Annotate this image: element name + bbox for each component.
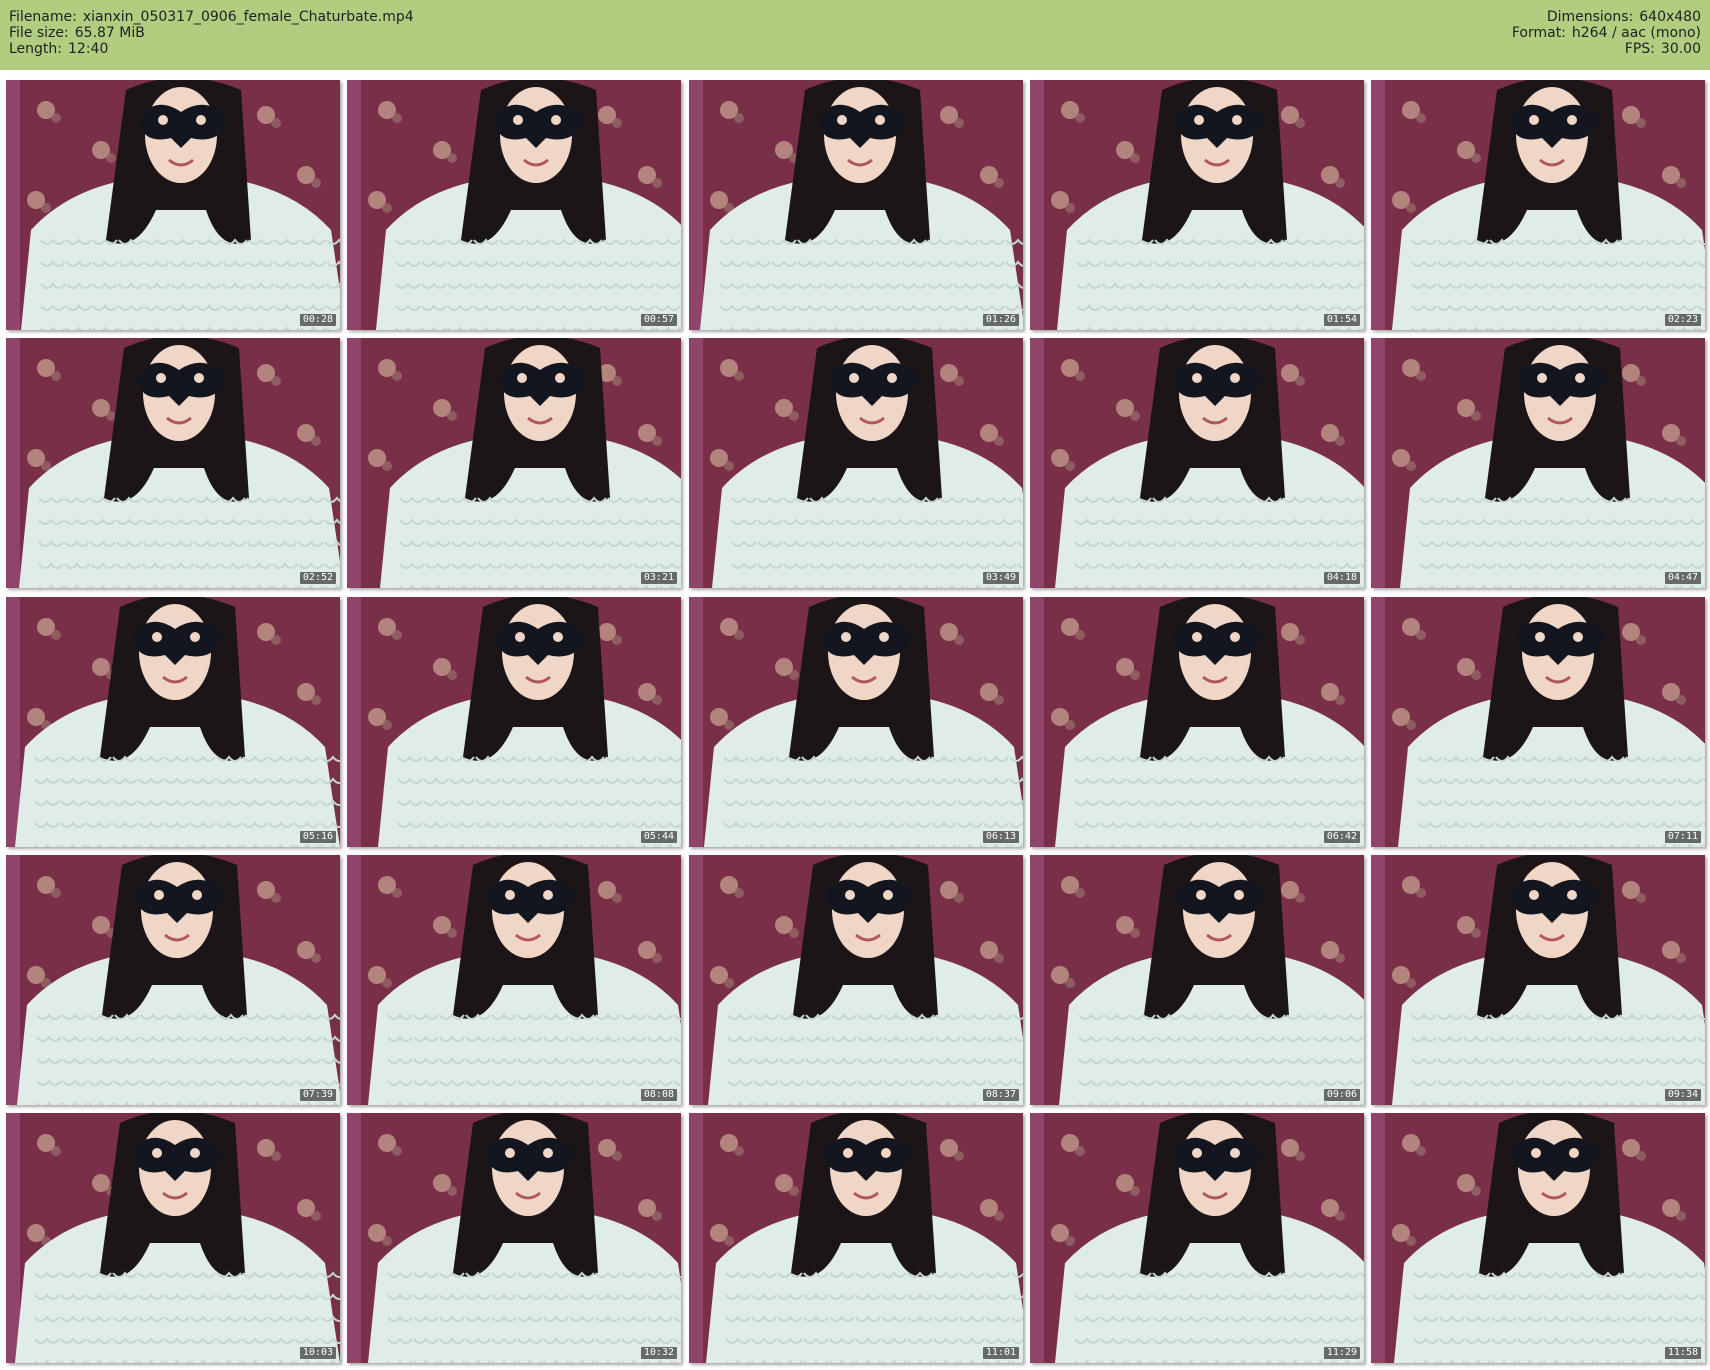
video-frame-image bbox=[1371, 597, 1705, 847]
thumbnail-timestamp: 07:39 bbox=[299, 1089, 336, 1101]
thumbnail-timestamp: 10:03 bbox=[299, 1347, 336, 1359]
video-frame-image bbox=[1371, 80, 1705, 330]
video-frame-image bbox=[1030, 597, 1364, 847]
video-frame-image bbox=[347, 1113, 681, 1363]
thumbnail-timestamp: 08:37 bbox=[982, 1089, 1019, 1101]
video-thumbnail: 01:54 bbox=[1030, 80, 1364, 330]
video-thumbnail: 06:13 bbox=[689, 597, 1023, 847]
thumbnail-timestamp: 01:54 bbox=[1323, 314, 1360, 326]
video-thumbnail: 03:21 bbox=[347, 338, 681, 588]
thumbnail-timestamp: 05:44 bbox=[640, 831, 677, 843]
video-thumbnail: 07:11 bbox=[1371, 597, 1705, 847]
thumbnail-timestamp: 00:57 bbox=[640, 314, 677, 326]
thumbnail-timestamp: 02:52 bbox=[299, 572, 336, 584]
video-frame-image bbox=[347, 855, 681, 1105]
video-frame-image bbox=[1030, 855, 1364, 1105]
video-frame-image bbox=[1030, 80, 1364, 330]
video-frame-image bbox=[689, 855, 1023, 1105]
video-frame-image bbox=[347, 338, 681, 588]
video-frame-image bbox=[1030, 338, 1364, 588]
video-thumbnail: 11:01 bbox=[689, 1113, 1023, 1363]
thumbnail-grid: 00:28 00:57 01:26 01:54 02:23 02:52 03:21 03:49… bbox=[0, 0, 1710, 1370]
video-thumbnail: 11:29 bbox=[1030, 1113, 1364, 1363]
video-frame-image bbox=[689, 338, 1023, 588]
thumbnail-timestamp: 10:32 bbox=[640, 1347, 677, 1359]
video-thumbnail: 10:32 bbox=[347, 1113, 681, 1363]
video-thumbnail: 11:58 bbox=[1371, 1113, 1705, 1363]
thumbnail-timestamp: 06:42 bbox=[1323, 831, 1360, 843]
video-frame-image bbox=[1371, 338, 1705, 588]
video-thumbnail: 01:26 bbox=[689, 80, 1023, 330]
video-frame-image bbox=[6, 855, 340, 1105]
video-thumbnail: 08:08 bbox=[347, 855, 681, 1105]
video-thumbnail: 02:23 bbox=[1371, 80, 1705, 330]
video-thumbnail: 09:06 bbox=[1030, 855, 1364, 1105]
thumbnail-timestamp: 01:26 bbox=[982, 314, 1019, 326]
video-frame-image bbox=[6, 80, 340, 330]
video-thumbnail: 05:44 bbox=[347, 597, 681, 847]
video-thumbnail: 02:52 bbox=[6, 338, 340, 588]
video-thumbnail: 00:57 bbox=[347, 80, 681, 330]
video-frame-image bbox=[689, 597, 1023, 847]
video-thumbnail: 10:03 bbox=[6, 1113, 340, 1363]
thumbnail-timestamp: 11:58 bbox=[1664, 1347, 1701, 1359]
video-frame-image bbox=[6, 338, 340, 588]
video-thumbnail: 00:28 bbox=[6, 80, 340, 330]
video-frame-image bbox=[1030, 1113, 1364, 1363]
thumbnail-timestamp: 09:06 bbox=[1323, 1089, 1360, 1101]
video-frame-image bbox=[689, 1113, 1023, 1363]
thumbnail-timestamp: 02:23 bbox=[1664, 314, 1701, 326]
video-frame-image bbox=[1371, 1113, 1705, 1363]
video-frame-image bbox=[6, 597, 340, 847]
video-frame-image bbox=[347, 597, 681, 847]
video-thumbnail: 04:47 bbox=[1371, 338, 1705, 588]
video-thumbnail: 09:34 bbox=[1371, 855, 1705, 1105]
thumbnail-timestamp: 04:47 bbox=[1664, 572, 1701, 584]
thumbnail-timestamp: 06:13 bbox=[982, 831, 1019, 843]
video-thumbnail: 08:37 bbox=[689, 855, 1023, 1105]
video-frame-image bbox=[6, 1113, 340, 1363]
thumbnail-timestamp: 09:34 bbox=[1664, 1089, 1701, 1101]
thumbnail-timestamp: 05:16 bbox=[299, 831, 336, 843]
thumbnail-timestamp: 08:08 bbox=[640, 1089, 677, 1101]
thumbnail-timestamp: 03:49 bbox=[982, 572, 1019, 584]
video-frame-image bbox=[689, 80, 1023, 330]
video-thumbnail: 06:42 bbox=[1030, 597, 1364, 847]
video-frame-image bbox=[1371, 855, 1705, 1105]
thumbnail-timestamp: 11:01 bbox=[982, 1347, 1019, 1359]
thumbnail-timestamp: 00:28 bbox=[299, 314, 336, 326]
video-thumbnail: 05:16 bbox=[6, 597, 340, 847]
video-thumbnail: 07:39 bbox=[6, 855, 340, 1105]
video-thumbnail: 04:18 bbox=[1030, 338, 1364, 588]
video-thumbnail: 03:49 bbox=[689, 338, 1023, 588]
thumbnail-timestamp: 04:18 bbox=[1323, 572, 1360, 584]
thumbnail-timestamp: 03:21 bbox=[640, 572, 677, 584]
thumbnail-timestamp: 11:29 bbox=[1323, 1347, 1360, 1359]
video-frame-image bbox=[347, 80, 681, 330]
thumbnail-timestamp: 07:11 bbox=[1664, 831, 1701, 843]
